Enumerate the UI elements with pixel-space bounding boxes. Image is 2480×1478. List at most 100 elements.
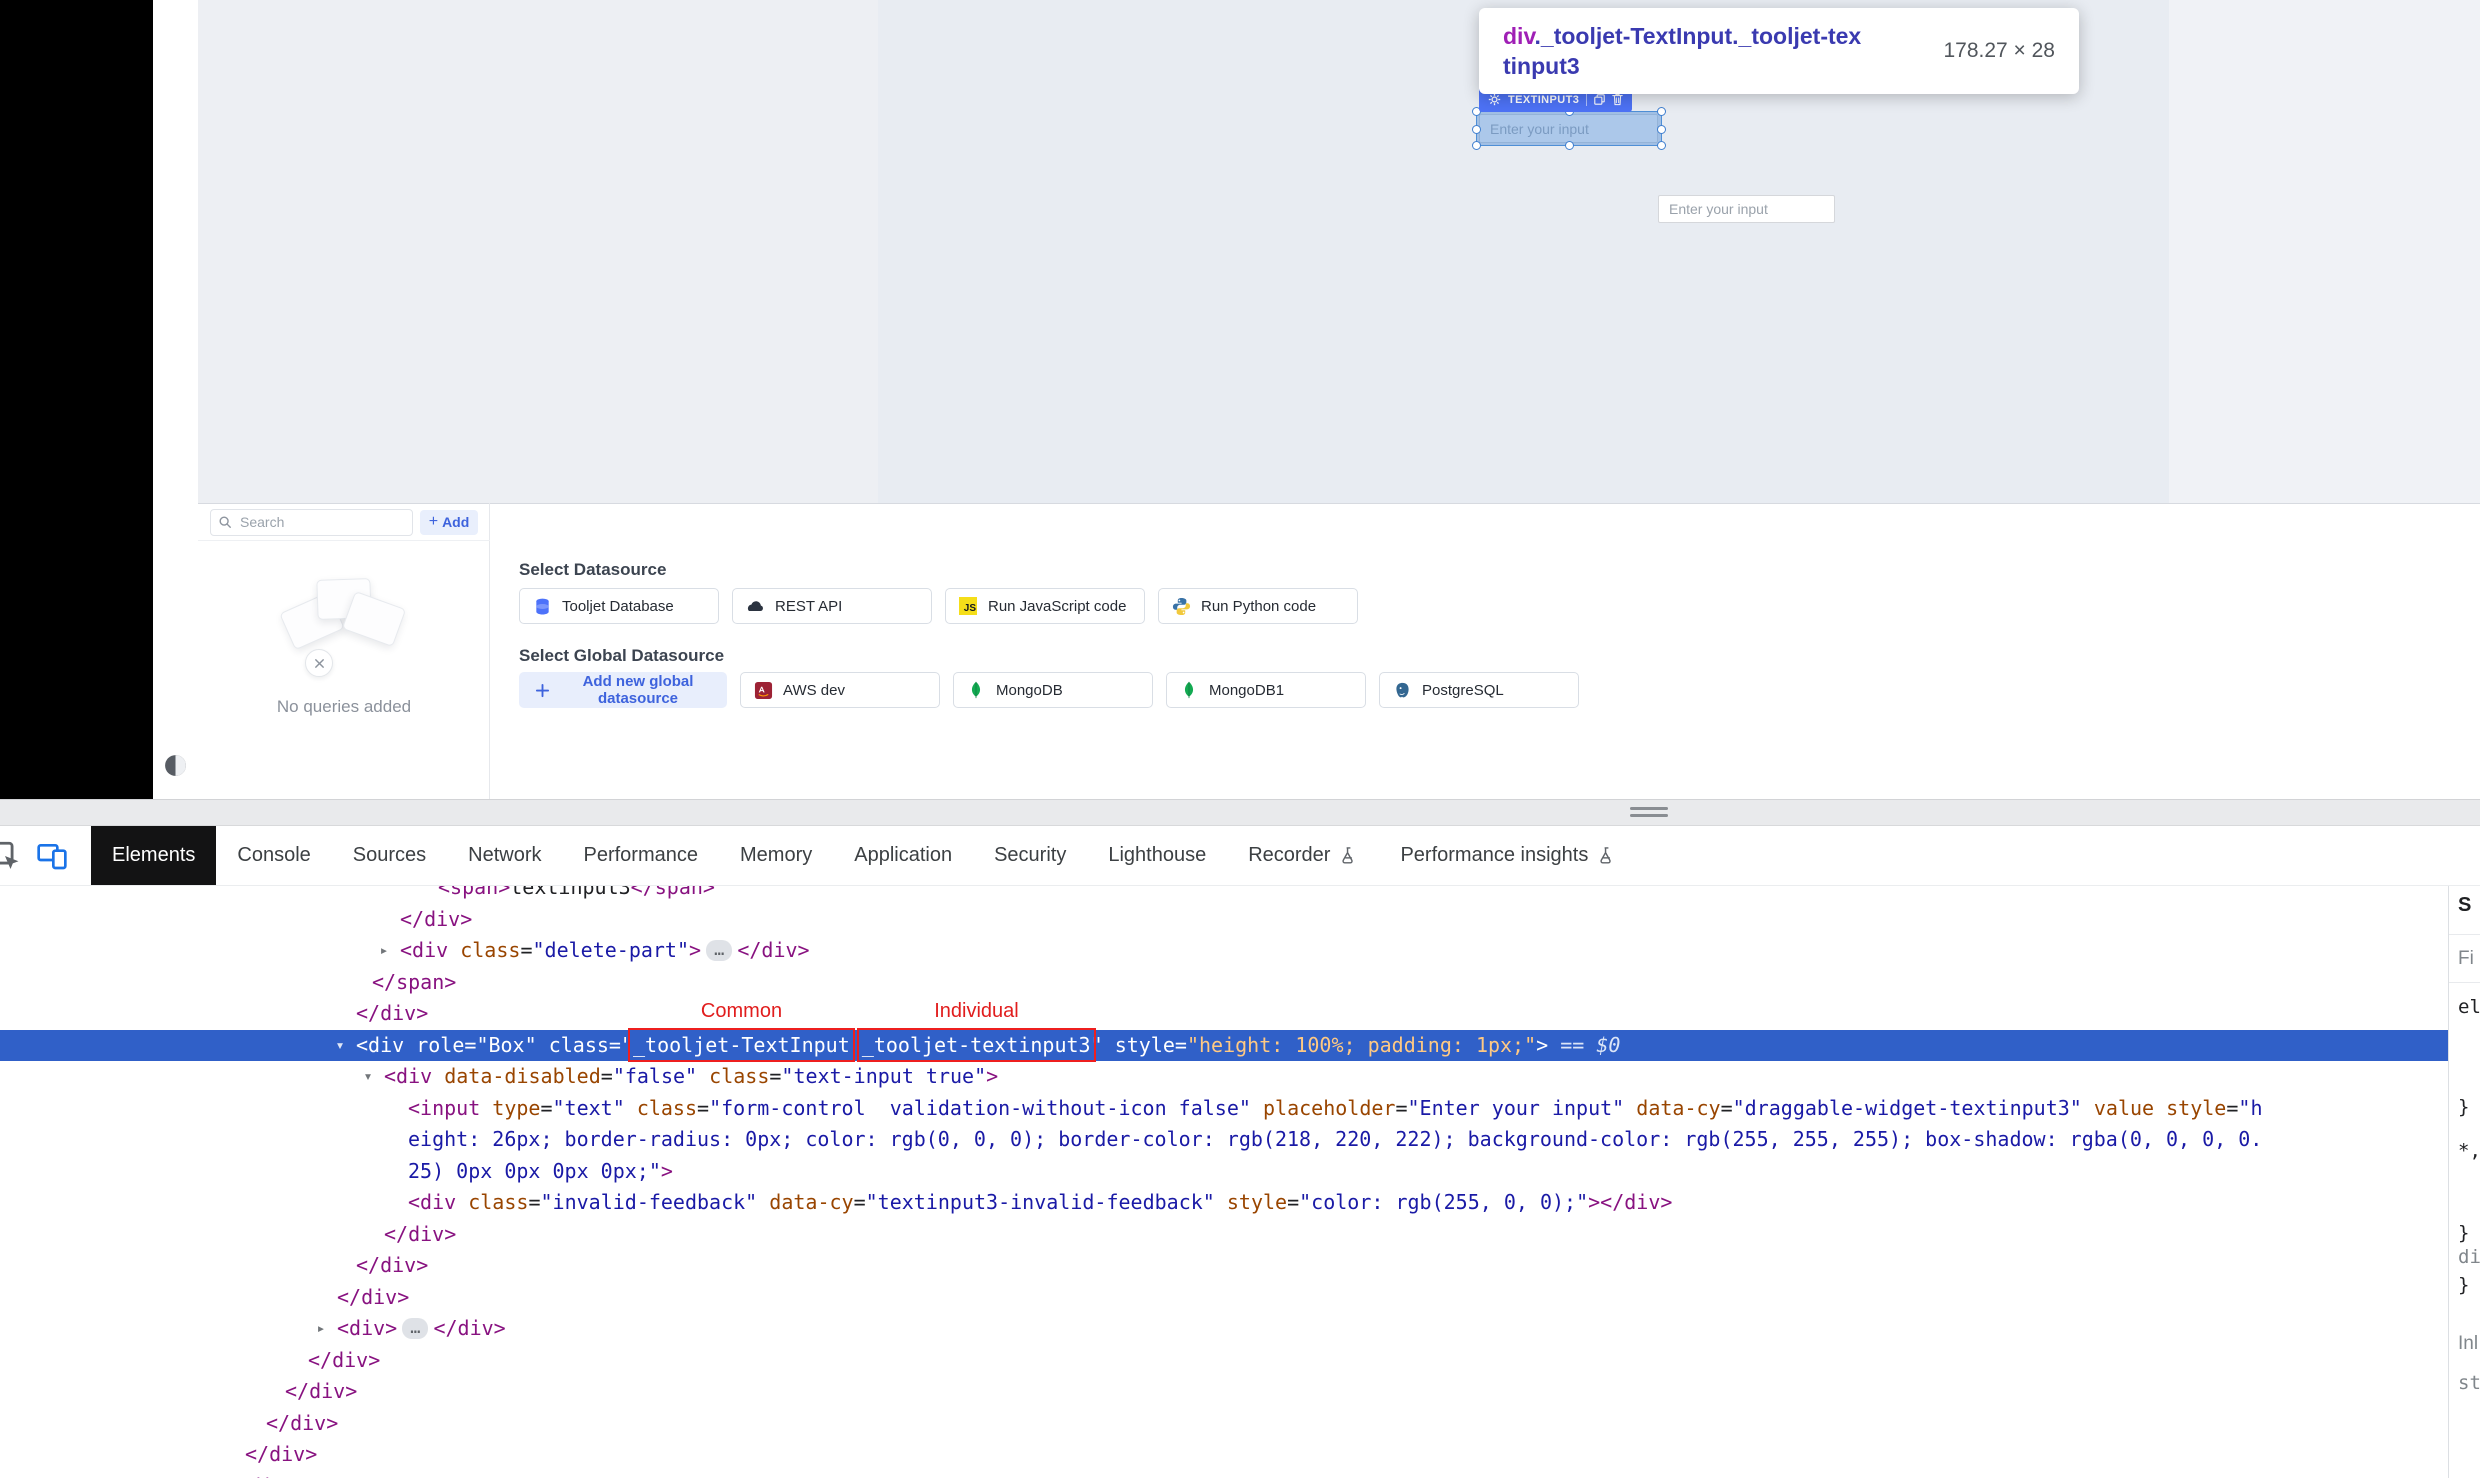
queries-empty-state: No queries added <box>198 565 490 717</box>
dom-node[interactable]: ▸ <div class="delete-part">… </div> <box>0 935 2448 967</box>
datasource-mongodb1[interactable]: MongoDB1 <box>1166 672 1366 708</box>
gear-icon[interactable] <box>1488 93 1501 106</box>
code-token: > <box>1588 1190 1601 1214</box>
dom-node[interactable]: </div> <box>0 1219 2448 1251</box>
add-query-label: Add <box>442 514 470 530</box>
code-token: "textinput3-invalid-feedback" <box>865 1190 1215 1214</box>
selected-dom-node[interactable]: ▾ <div role="Box" class="_tooljet-TextInp… <box>0 1027 2448 1062</box>
widget-name-label: TEXTINPUT3 <box>1508 93 1580 106</box>
datasource-label: PostgreSQL <box>1422 681 1504 699</box>
global-datasource-row: Add new global datasource AWS dev MongoDB M… <box>519 672 1579 708</box>
datasource-run-javascript-code[interactable]: JS Run JavaScript code <box>945 588 1145 624</box>
dom-node[interactable]: </div> <box>0 1408 2448 1440</box>
styles-pane-divider <box>2449 934 2480 935</box>
dom-node[interactable]: </div> <box>0 1345 2448 1377</box>
code-token: data-disabled <box>444 1064 601 1088</box>
styles-pane-fragment: st <box>2458 1372 2480 1394</box>
dom-node[interactable]: ▾ <div data-disabled="false" class="text-… <box>0 1061 2448 1093</box>
dark-mode-toggle[interactable] <box>163 752 189 778</box>
code-token: "text" <box>552 1095 625 1120</box>
resize-handle[interactable] <box>1657 107 1666 116</box>
code-token: = <box>540 1095 553 1120</box>
code-token: <div <box>400 938 461 962</box>
search-input[interactable] <box>238 513 405 531</box>
datasource-rest-api[interactable]: REST API <box>732 588 932 624</box>
datasource-add-new-global-datasource[interactable]: Add new global datasource <box>519 672 727 708</box>
inspect-tooltip-dimensions: 178.27 × 28 <box>1943 39 2055 62</box>
dom-node[interactable]: <span>textinput3</span> <box>0 886 2448 904</box>
datasource-mongodb[interactable]: MongoDB <box>953 672 1153 708</box>
code-token: data-cy <box>769 1190 854 1214</box>
expand-arrow-icon[interactable]: ▸ <box>311 1313 331 1345</box>
tab-application[interactable]: Application <box>833 826 973 885</box>
inspect-element-icon[interactable] <box>0 839 22 873</box>
tab-recorder[interactable]: Recorder <box>1227 826 1379 885</box>
code-token: = <box>464 1032 477 1057</box>
datasource-run-python-code[interactable]: Run Python code <box>1158 588 1358 624</box>
python-icon <box>1171 596 1191 616</box>
tab-elements[interactable]: Elements <box>91 826 217 885</box>
styles-pane-fragment: el <box>2458 996 2480 1018</box>
tab-sources[interactable]: Sources <box>332 826 447 885</box>
tab-console[interactable]: Console <box>216 826 331 885</box>
code-token: = <box>1720 1095 1733 1120</box>
tab-performance[interactable]: Performance <box>563 826 720 885</box>
dom-node[interactable]: </div> <box>0 1282 2448 1314</box>
tab-label: Lighthouse <box>1108 844 1207 866</box>
tab-label: Memory <box>740 844 813 866</box>
resize-handle[interactable] <box>1472 141 1481 150</box>
expand-children-icon[interactable]: … <box>402 1318 429 1339</box>
dom-node[interactable]: eight: 26px; border-radius: 0px; color: … <box>0 1124 2448 1156</box>
tab-performance-insights[interactable]: Performance insights <box>1379 826 1637 885</box>
collapse-arrow-icon[interactable]: ▾ <box>330 1030 350 1062</box>
postgresql-icon <box>1392 680 1412 700</box>
datasource-tooljet-database[interactable]: Tooljet Database <box>519 588 719 624</box>
resize-handle[interactable] <box>1472 124 1481 134</box>
code-token: = <box>600 1064 613 1088</box>
dom-node[interactable]: </div> <box>0 1376 2448 1408</box>
delete-widget-icon[interactable] <box>1612 93 1623 106</box>
code-token: class <box>548 1032 609 1057</box>
textinput-widget-2[interactable] <box>1658 195 1835 223</box>
dom-node[interactable]: ▸ <div>… </div> <box>0 1313 2448 1345</box>
tab-lighthouse[interactable]: Lighthouse <box>1087 826 1227 885</box>
dom-node[interactable]: </span> <box>0 967 2448 999</box>
datasource-aws-dev[interactable]: AWS dev <box>740 672 940 708</box>
code-token: </div> <box>356 1253 429 1277</box>
device-toolbar-icon[interactable] <box>36 840 68 872</box>
datasource-postgresql[interactable]: PostgreSQL <box>1379 672 1579 708</box>
code-token: value <box>2093 1095 2155 1120</box>
code-token: > <box>986 1064 999 1088</box>
code-token: <div <box>384 1064 445 1088</box>
add-query-button[interactable]: + Add <box>420 509 478 535</box>
dom-node[interactable]: </div> <box>0 1439 2448 1471</box>
resize-handle[interactable] <box>1657 124 1666 134</box>
tab-memory[interactable]: Memory <box>719 826 833 885</box>
dom-node[interactable]: <div class="invalid-feedback" data-cy="t… <box>0 1187 2448 1219</box>
code-token: type <box>492 1095 541 1120</box>
tab-security[interactable]: Security <box>973 826 1087 885</box>
drag-handle-icon[interactable] <box>1630 807 1668 817</box>
dom-node[interactable]: </div> <box>0 1250 2448 1282</box>
resize-handle[interactable] <box>1565 141 1574 150</box>
query-search-box[interactable] <box>210 508 413 536</box>
styles-pane-fragment: } <box>2458 1274 2470 1296</box>
devtools-resize-divider[interactable] <box>0 799 2480 826</box>
code-token: <div> <box>337 1316 398 1340</box>
resize-handle[interactable] <box>1657 141 1666 150</box>
annotation-common: Common <box>700 1000 783 1022</box>
dom-node[interactable]: </div> <box>0 904 2448 936</box>
datasource-label: Run Python code <box>1201 597 1317 615</box>
dom-node[interactable]: 25) 0px 0px 0px 0px;"> <box>0 1156 2448 1188</box>
dom-node[interactable]: </div> <box>0 998 2448 1030</box>
expand-children-icon[interactable]: … <box>706 940 733 961</box>
dom-node[interactable]: </div> <box>0 1471 2448 1478</box>
code-token: "invalid-feedback" <box>540 1190 758 1214</box>
expand-arrow-icon[interactable]: ▸ <box>374 935 394 967</box>
dom-node[interactable]: <input type="text" class="form-control v… <box>0 1093 2448 1125</box>
collapse-arrow-icon[interactable]: ▾ <box>358 1061 378 1093</box>
tab-network[interactable]: Network <box>447 826 562 885</box>
code-token: > <box>660 1158 673 1183</box>
copy-widget-icon[interactable] <box>1594 94 1605 105</box>
